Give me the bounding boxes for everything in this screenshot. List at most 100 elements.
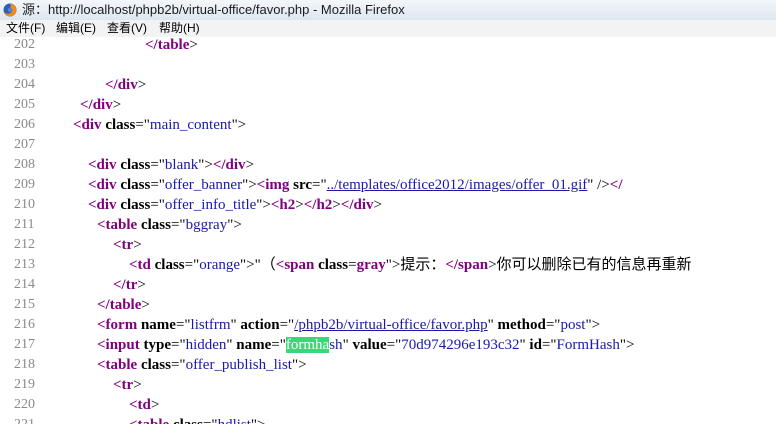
punctuation-token: ="	[312, 177, 327, 193]
punctuation-token: ="	[150, 157, 165, 173]
line-number: 208	[14, 157, 35, 172]
source-line: 213 <td class="orange">"（<span class=gray…	[0, 255, 776, 275]
source-line: 206 <div class="main_content">	[0, 115, 776, 135]
attribute-token: name	[140, 317, 176, 333]
tag-token: <input	[97, 337, 144, 353]
link-token[interactable]: ../templates/office2012/images/offer_01.…	[327, 177, 588, 193]
code-text: <div class="main_content">	[73, 115, 246, 135]
line-number: 212	[14, 237, 35, 252]
punctuation-token: >	[137, 77, 147, 93]
window-title: 源：http://localhost/phpb2b/virtual-office…	[22, 2, 405, 17]
source-line: 214 </tr>	[0, 275, 776, 295]
link-token[interactable]: /phpb2b/virtual-office/favor.php	[294, 317, 487, 333]
punctuation-token: ">	[619, 337, 635, 353]
tag-token: <td	[129, 397, 151, 413]
attribute-token: class	[154, 257, 185, 273]
attribute-token: action	[240, 317, 280, 333]
punctuation-token: >	[332, 197, 341, 213]
tag-token: <div	[88, 177, 121, 193]
tag-token: <td	[129, 257, 155, 273]
attribute-token: type	[143, 337, 172, 353]
attribute-token: class	[120, 157, 151, 173]
punctuation-token: >	[245, 157, 255, 173]
code-text: <div class="blank"></div>	[88, 155, 254, 175]
highlighted-match: formha	[285, 337, 330, 353]
source-line: 204 </div>	[0, 75, 776, 95]
code-text: </tr>	[113, 275, 146, 295]
punctuation-token: "	[342, 337, 353, 353]
line-number: 215	[14, 297, 35, 312]
line-number: 213	[14, 257, 35, 272]
tag-token: <tr	[113, 237, 134, 253]
value-token: listfrm	[190, 317, 231, 333]
source-view[interactable]: 202 </table> 203 204 </div> 205 </div> 206 <div …	[0, 37, 776, 424]
tag-token: </span	[445, 257, 489, 273]
source-line: 203	[0, 55, 776, 75]
line-number: 204	[14, 77, 35, 92]
punctuation-token: ="	[150, 197, 165, 213]
value-token: main_content	[149, 117, 232, 133]
line-number: 220	[14, 397, 35, 412]
punctuation-token: >	[189, 37, 198, 53]
attribute-token: name	[236, 337, 272, 353]
code-text: <tr>	[113, 375, 142, 395]
value-token: FormHash	[556, 337, 620, 353]
menu-file[interactable]: 文件(F)	[6, 20, 45, 37]
window-title-bar: 源：http://localhost/phpb2b/virtual-office…	[0, 0, 776, 20]
tag-token: <div	[88, 197, 121, 213]
menu-bar: 文件(F) 编辑(E) 查看(V) 帮助(H)	[0, 20, 776, 38]
tag-token: </h2	[303, 197, 333, 213]
source-line: 217 <input type="hidden" name="formhash" …	[0, 335, 776, 355]
tag-token: <h2	[270, 197, 296, 213]
code-text: </div>	[105, 75, 146, 95]
source-line: 211 <table class="bggray">	[0, 215, 776, 235]
punctuation-token: >	[141, 297, 150, 313]
punctuation-token: ="	[170, 357, 186, 373]
line-number: 218	[14, 357, 35, 372]
tag-token: <div	[88, 157, 121, 173]
menu-edit[interactable]: 编辑(E)	[56, 20, 96, 37]
punctuation-token: "	[487, 317, 498, 333]
punctuation-token: ">	[291, 357, 307, 373]
tag-token: <div	[73, 117, 106, 133]
code-text: <input type="hidden" name="formhash" val…	[97, 335, 634, 355]
punctuation-token: ="	[135, 117, 150, 133]
source-line: 220 <td>	[0, 395, 776, 415]
attribute-token: class	[105, 117, 136, 133]
punctuation-token: ="	[171, 337, 186, 353]
punctuation-token: ="	[279, 317, 295, 333]
punctuation-token: =	[348, 257, 357, 273]
line-number: 216	[14, 317, 35, 332]
code-text: <tr>	[113, 235, 142, 255]
attribute-token: class	[140, 217, 171, 233]
tag-token: <table	[129, 417, 173, 424]
punctuation-token: ">提示：	[385, 257, 446, 273]
punctuation-token: >你可以删除已有的信息再重新	[488, 257, 692, 273]
tag-token: <span	[275, 257, 319, 273]
source-line: 210 <div class="offer_info_title"><h2></h…	[0, 195, 776, 215]
line-number: 203	[14, 57, 35, 72]
punctuation-token: >	[137, 277, 146, 293]
punctuation-token: ">"（	[240, 257, 276, 273]
value-token: sh	[329, 337, 343, 353]
punctuation-token: ">	[231, 117, 247, 133]
punctuation-token: "	[226, 337, 237, 353]
code-text: <td class="orange">"（<span class=gray">提…	[129, 255, 692, 275]
menu-help[interactable]: 帮助(H)	[159, 20, 200, 37]
punctuation-token: ">	[227, 217, 242, 233]
attribute-token: class	[120, 177, 151, 193]
tag-token: </table	[97, 297, 142, 313]
source-line: 207	[0, 135, 776, 155]
line-number: 207	[14, 137, 35, 152]
line-number: 217	[14, 337, 35, 352]
value-token: post	[560, 317, 586, 333]
line-number: 205	[14, 97, 35, 112]
value-token: 70d974296e193c32	[401, 337, 520, 353]
value-token: hdlist	[218, 417, 251, 424]
source-line: 218 <table class="offer_publish_list">	[0, 355, 776, 375]
punctuation-token: >	[373, 197, 382, 213]
value-token: blank	[164, 157, 199, 173]
punctuation-token: ="	[175, 317, 191, 333]
menu-view[interactable]: 查看(V)	[107, 20, 147, 37]
code-text: <table class="hdlist">	[129, 415, 266, 424]
